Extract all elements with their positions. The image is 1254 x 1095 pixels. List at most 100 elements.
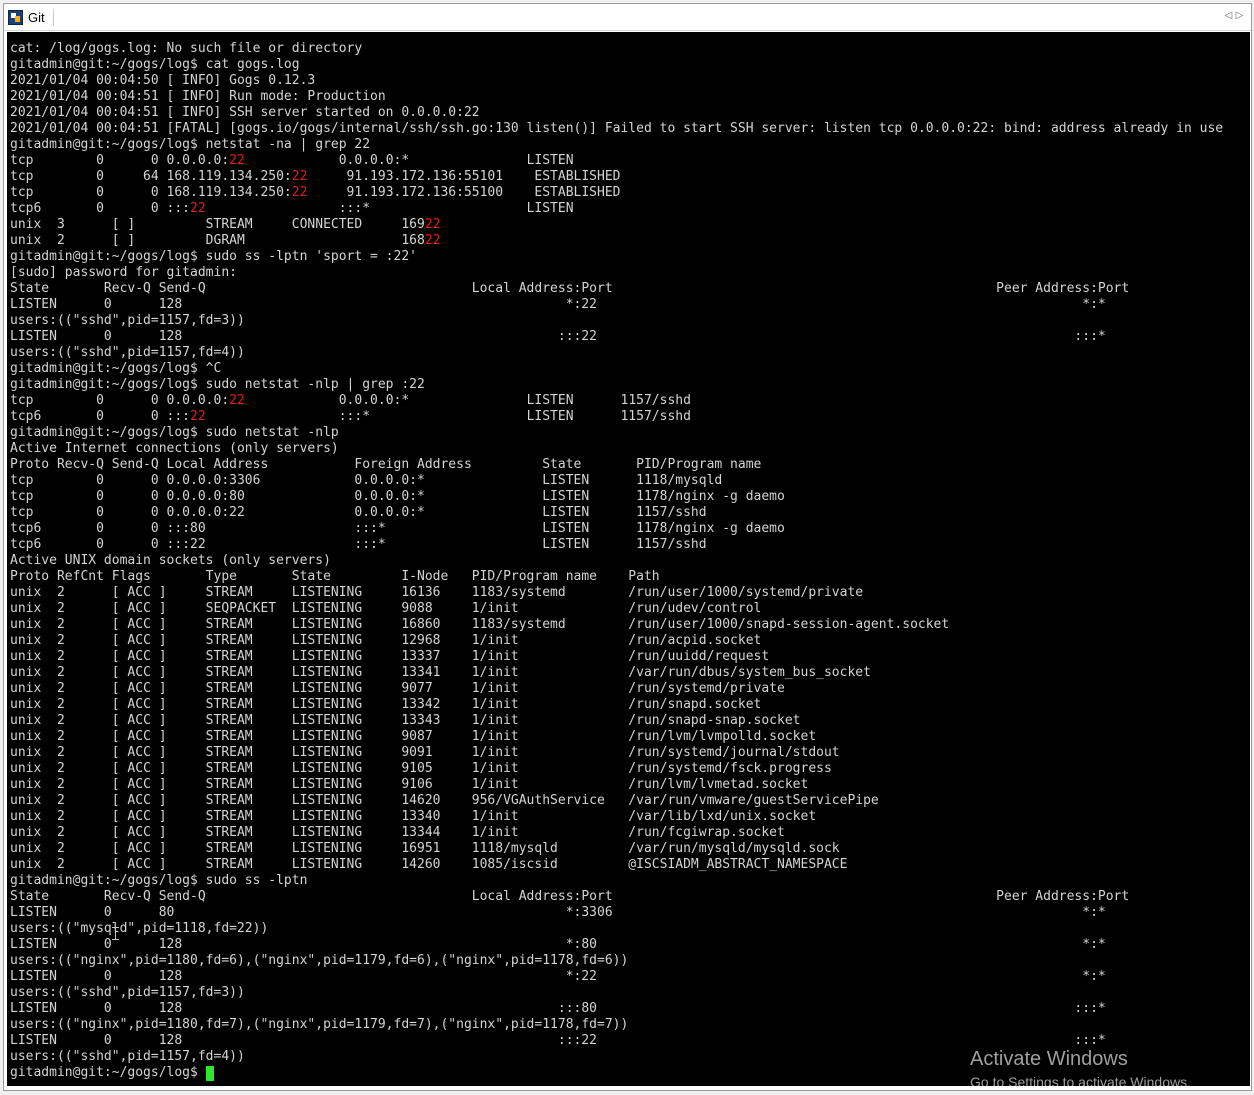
terminal-text: State Recv-Q Send-Q Local Address:Port P… [10, 889, 1130, 904]
terminal-text: gitadmin@git:~/gogs/log$ cat gogs.log [10, 57, 300, 72]
terminal-line: unix 2 [ ACC ] STREAM LISTENING 16136 11… [10, 585, 1223, 601]
terminal-text: unix 2 [ ACC ] STREAM LISTENING 13341 1/… [10, 665, 871, 680]
terminal-line: unix 2 [ ACC ] STREAM LISTENING 9106 1/i… [10, 777, 1223, 793]
terminal-text: users:(("sshd",pid=1157,fd=3)) [10, 985, 245, 1000]
terminal-line: tcp 0 64 168.119.134.250:22 91.193.172.1… [10, 169, 1223, 185]
terminal-line: unix 2 [ ACC ] STREAM LISTENING 16951 11… [10, 841, 1223, 857]
activate-windows-watermark: Activate Windows Go to Settings to activ… [970, 1046, 1191, 1086]
terminal-line: tcp 0 0 168.119.134.250:22 91.193.172.13… [10, 185, 1223, 201]
terminal-line: tcp 0 0 0.0.0.0:80 0.0.0.0:* LISTEN 1178… [10, 489, 1223, 505]
terminal-line: unix 2 [ ACC ] STREAM LISTENING 16860 11… [10, 617, 1223, 633]
terminal-text: unix 2 [ ACC ] STREAM LISTENING 9077 1/i… [10, 681, 785, 696]
terminal-text: LISTEN 0 128 :::22 :::* [10, 1033, 1106, 1048]
terminal-line: unix 2 [ ACC ] STREAM LISTENING 9087 1/i… [10, 729, 1223, 745]
terminal-text: 91.193.172.136:55100 ESTABLISHED [307, 185, 621, 200]
terminal-text: LISTEN 0 128 *:22 *:* [10, 969, 1106, 984]
terminal-line: unix 2 [ ACC ] STREAM LISTENING 14260 10… [10, 857, 1223, 873]
terminal-line: unix 2 [ ACC ] STREAM LISTENING 13342 1/… [10, 697, 1223, 713]
terminal-line: LISTEN 0 128 :::80 :::* [10, 1001, 1223, 1017]
terminal-line: 2021/01/04 00:04:51 [ INFO] Run mode: Pr… [10, 89, 1223, 105]
terminal-line: tcp6 0 0 :::22 :::* LISTEN [10, 201, 1223, 217]
tab-label: Git [28, 9, 45, 25]
terminal-line: Active Internet connections (only server… [10, 441, 1223, 457]
terminal-text: Proto RefCnt Flags Type State I-Node PID… [10, 569, 660, 584]
terminal-text: unix 2 [ ACC ] STREAM LISTENING 16136 11… [10, 585, 864, 600]
tab-bar: Git ◁ ▷ [4, 4, 1251, 31]
terminal-line: unix 2 [ ACC ] STREAM LISTENING 12968 1/… [10, 633, 1223, 649]
terminal-line: Active UNIX domain sockets (only servers… [10, 553, 1223, 569]
terminal-line: tcp 0 0 0.0.0.0:3306 0.0.0.0:* LISTEN 11… [10, 473, 1223, 489]
terminal-line: tcp 0 0 0.0.0.0:22 0.0.0.0:* LISTEN 1157… [10, 393, 1223, 409]
terminal-text: tcp 0 64 168.119.134.250: [10, 169, 292, 184]
terminal-text: 0.0.0.0:* LISTEN 1157/sshd [244, 393, 691, 408]
terminal-text: unix 2 [ ACC ] STREAM LISTENING 9091 1/i… [10, 745, 840, 760]
terminal-line: unix 2 [ ] DGRAM 16822 [10, 233, 1223, 249]
terminal-text: unix 2 [ ACC ] STREAM LISTENING 16951 11… [10, 841, 840, 856]
terminal-text: users:(("sshd",pid=1157,fd=3)) [10, 313, 245, 328]
terminal-line: users:(("sshd",pid=1157,fd=4)) [10, 345, 1223, 361]
terminal-line: users:(("sshd",pid=1157,fd=3)) [10, 313, 1223, 329]
terminal-text: tcp6 0 0 :::80 :::* LISTEN 1178/nginx -g… [10, 521, 785, 536]
terminal-text: tcp 0 0 0.0.0.0:80 0.0.0.0:* LISTEN 1178… [10, 489, 785, 504]
terminal-line: unix 2 [ ACC ] STREAM LISTENING 13343 1/… [10, 713, 1223, 729]
terminal-line: 2021/01/04 00:04:51 [ INFO] SSH server s… [10, 105, 1223, 121]
terminal-text: LISTEN 0 128 *:80 *:* [10, 937, 1106, 952]
terminal-text: unix 2 [ ACC ] STREAM LISTENING 9087 1/i… [10, 729, 817, 744]
tab-git[interactable]: Git [8, 7, 54, 27]
grep-match: 22 [291, 169, 308, 184]
terminal-line: tcp6 0 0 :::80 :::* LISTEN 1178/nginx -g… [10, 521, 1223, 537]
terminal-line: gitadmin@git:~/gogs/log$ ^C [10, 361, 1223, 377]
terminal-text: unix 2 [ ACC ] STREAM LISTENING 12968 1/… [10, 633, 762, 648]
terminal-line: gitadmin@git:~/gogs/log$ sudo ss -lptn [10, 873, 1223, 889]
grep-match: 22 [424, 233, 441, 248]
terminal-line: gitadmin@git:~/gogs/log$ cat gogs.log [10, 57, 1223, 73]
terminal-line: gitadmin@git:~/gogs/log$ sudo netstat -n… [10, 425, 1223, 441]
terminal-line: gitadmin@git:~/gogs/log$ netstat -na | g… [10, 137, 1223, 153]
terminal-text: unix 2 [ ACC ] STREAM LISTENING 13337 1/… [10, 649, 770, 664]
terminal-window: Git ◁ ▷ cat: /log/gogs.log: No such file… [3, 3, 1252, 1091]
grep-match: 22 [229, 153, 245, 168]
terminal-text: tcp6 0 0 ::: [10, 201, 191, 216]
terminal-text: State Recv-Q Send-Q Local Address:Port P… [10, 281, 1130, 296]
terminal-line: gitadmin@git:~/gogs/log$ sudo netstat -n… [10, 377, 1223, 393]
terminal-line: [sudo] password for gitadmin: [10, 265, 1223, 281]
terminal-text: tcp 0 0 0.0.0.0:22 0.0.0.0:* LISTEN 1157… [10, 505, 707, 520]
terminal-line: State Recv-Q Send-Q Local Address:Port P… [10, 889, 1223, 905]
terminal-line: tcp6 0 0 :::22 :::* LISTEN 1157/sshd [10, 409, 1223, 425]
terminal-text: tcp 0 0 0.0.0.0: [10, 393, 230, 408]
watermark-subtitle: Go to Settings to activate Windows. [970, 1074, 1191, 1086]
terminal-line: gitadmin@git:~/gogs/log$ sudo ss -lptn '… [10, 249, 1223, 265]
terminal-text: 91.193.172.136:55101 ESTABLISHED [307, 169, 621, 184]
terminal-text: [sudo] password for gitadmin: [10, 265, 237, 280]
terminal-line: Proto Recv-Q Send-Q Local Address Foreig… [10, 457, 1223, 473]
terminal-text: 2021/01/04 00:04:51 [ INFO] SSH server s… [10, 105, 480, 120]
terminal-text: unix 2 [ ACC ] STREAM LISTENING 9106 1/i… [10, 777, 809, 792]
scroll-right-icon[interactable]: ▷ [1234, 9, 1245, 23]
terminal-text: tcp6 0 0 :::22 :::* LISTEN 1157/sshd [10, 537, 707, 552]
terminal-line: unix 2 [ ACC ] STREAM LISTENING 9105 1/i… [10, 761, 1223, 777]
grep-match: 22 [424, 217, 441, 232]
terminal-text: LISTEN 0 128 :::80 :::* [10, 1001, 1106, 1016]
terminal-text: Active UNIX domain sockets (only servers… [10, 553, 331, 568]
terminal-text: unix 2 [ ACC ] STREAM LISTENING 13342 1/… [10, 697, 762, 712]
terminal-line: unix 3 [ ] STREAM CONNECTED 16922 [10, 217, 1223, 233]
terminal-screen[interactable]: cat: /log/gogs.log: No such file or dire… [7, 32, 1250, 1086]
terminal-text: unix 2 [ ACC ] STREAM LISTENING 13343 1/… [10, 713, 801, 728]
putty-terminal-icon [8, 9, 23, 25]
mouse-ibeam-cursor-icon [112, 927, 119, 940]
terminal-text: LISTEN 0 128 *:22 *:* [10, 297, 1106, 312]
terminal-text: gitadmin@git:~/gogs/log$ sudo ss -lptn [10, 873, 308, 888]
terminal-text: tcp6 0 0 ::: [10, 409, 191, 424]
terminal-line: 2021/01/04 00:04:51 [FATAL] [gogs.io/gog… [10, 121, 1223, 137]
terminal-text: 2021/01/04 00:04:50 [ INFO] Gogs 0.12.3 [10, 73, 316, 88]
terminal-line: LISTEN 0 128 *:22 *:* [10, 297, 1223, 313]
terminal-line: unix 2 [ ACC ] STREAM LISTENING 13344 1/… [10, 825, 1223, 841]
terminal-text: gitadmin@git:~/gogs/log$ sudo netstat -n… [10, 425, 339, 440]
terminal-text: Proto Recv-Q Send-Q Local Address Foreig… [10, 457, 762, 472]
scroll-left-icon[interactable]: ◁ [1223, 9, 1234, 23]
grep-match: 22 [229, 393, 245, 408]
tab-scroll-controls: ◁ ▷ [1223, 9, 1245, 23]
terminal-line: unix 2 [ ACC ] STREAM LISTENING 9077 1/i… [10, 681, 1223, 697]
terminal-line: LISTEN 0 128 *:80 *:* [10, 937, 1223, 953]
terminal-text: 2021/01/04 00:04:51 [FATAL] [gogs.io/gog… [10, 121, 1224, 136]
